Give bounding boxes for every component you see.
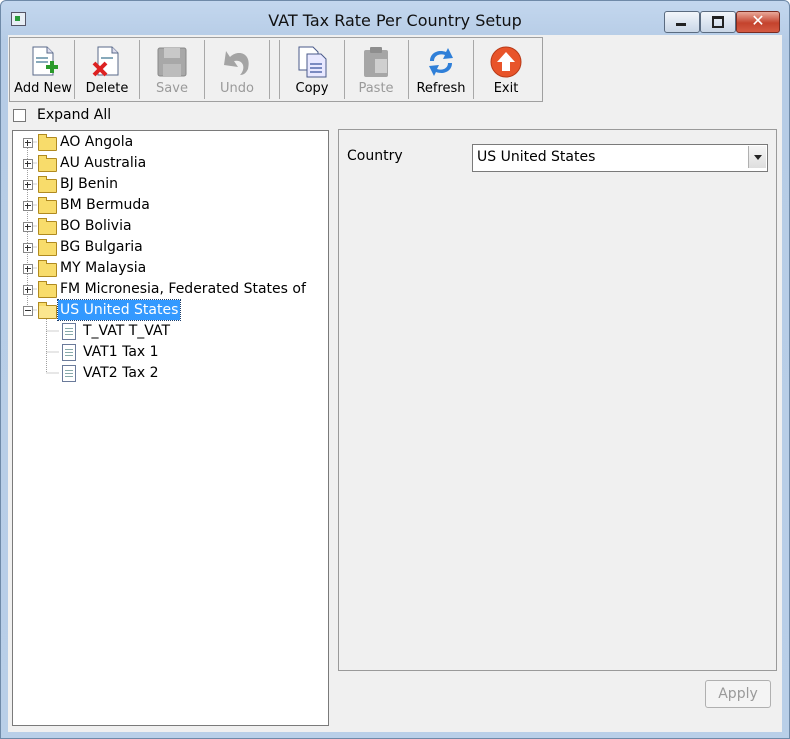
save-button[interactable]: Save <box>140 40 205 99</box>
tree-node-bulgaria[interactable]: BG Bulgaria <box>13 237 323 257</box>
paste-icon <box>364 47 388 77</box>
expand-all-label: Expand All <box>37 107 112 123</box>
refresh-label: Refresh <box>416 81 466 96</box>
folder-icon <box>38 239 57 256</box>
tree-node-label: BM Bermuda <box>60 197 150 213</box>
tree-node-angola[interactable]: AO Angola <box>13 132 323 152</box>
document-icon <box>62 344 76 361</box>
expand-plus-icon[interactable] <box>23 243 33 253</box>
folder-icon <box>38 197 57 214</box>
copy-icon <box>298 46 327 78</box>
folder-icon <box>38 281 57 298</box>
tree-node-tax-vat2[interactable]: VAT2 Tax 2 <box>13 363 323 383</box>
expand-plus-icon[interactable] <box>23 159 33 169</box>
tree-node-malaysia[interactable]: MY Malaysia <box>13 258 323 278</box>
folder-icon <box>38 260 57 277</box>
paste-label: Paste <box>358 81 394 96</box>
chevron-down-icon[interactable] <box>748 146 766 168</box>
copy-label: Copy <box>295 81 329 96</box>
delete-icon <box>92 46 119 77</box>
expand-plus-icon[interactable] <box>23 180 33 190</box>
add-new-icon <box>32 46 58 76</box>
tree-node-micronesia[interactable]: FM Micronesia, Federated States of <box>13 279 323 299</box>
country-label: Country <box>347 148 403 164</box>
tree-node-tax-t-vat[interactable]: T_VAT T_VAT <box>13 321 323 341</box>
expand-plus-icon[interactable] <box>23 285 33 295</box>
open-folder-icon <box>38 302 57 319</box>
exit-button[interactable]: Exit <box>474 40 538 99</box>
refresh-button[interactable]: Refresh <box>409 40 474 99</box>
tree-node-label: BG Bulgaria <box>60 239 143 255</box>
exit-label: Exit <box>493 81 519 96</box>
close-icon: ✕ <box>751 11 765 30</box>
country-select[interactable]: US United States <box>472 144 768 172</box>
expand-plus-icon[interactable] <box>23 138 33 148</box>
expand-plus-icon[interactable] <box>23 264 33 274</box>
refresh-icon <box>429 48 453 76</box>
undo-button[interactable]: Undo <box>205 40 270 99</box>
tree-node-label: VAT2 Tax 2 <box>83 365 159 381</box>
tree-node-label: BJ Benin <box>60 176 119 192</box>
document-icon <box>62 365 76 382</box>
document-icon <box>62 323 76 340</box>
copy-button[interactable]: Copy <box>279 40 345 99</box>
collapse-minus-icon[interactable] <box>23 306 33 316</box>
expand-plus-icon[interactable] <box>23 201 33 211</box>
tree-node-bermuda[interactable]: BM Bermuda <box>13 195 323 215</box>
undo-icon <box>224 51 249 75</box>
delete-label: Delete <box>85 81 129 96</box>
toolbar: Add New Delete Save Undo Copy Paste Refr… <box>9 37 543 102</box>
undo-label: Undo <box>220 81 254 96</box>
maximize-icon <box>712 16 724 28</box>
delete-button[interactable]: Delete <box>75 40 140 99</box>
apply-button[interactable]: Apply <box>705 680 771 708</box>
expand-plus-icon[interactable] <box>23 222 33 232</box>
tree-node-label: BO Bolivia <box>60 218 132 234</box>
tree-node-label: VAT1 Tax 1 <box>83 344 159 360</box>
tree-node-benin[interactable]: BJ Benin <box>13 174 323 194</box>
client-area: Add New Delete Save Undo Copy Paste Refr… <box>8 35 782 732</box>
folder-icon <box>38 176 57 193</box>
minimize-button[interactable] <box>664 11 700 33</box>
maximize-button[interactable] <box>700 11 736 33</box>
tree-node-australia[interactable]: AU Australia <box>13 153 323 173</box>
tree-node-label: FM Micronesia, Federated States of <box>60 281 306 297</box>
tree-node-label: T_VAT T_VAT <box>83 323 171 339</box>
folder-icon <box>38 155 57 172</box>
tree-node-united-states[interactable]: US United States <box>13 299 323 321</box>
exit-icon <box>490 46 522 78</box>
expand-all-checkbox[interactable] <box>13 109 26 122</box>
country-select-value: US United States <box>477 149 596 165</box>
tree-node-label-selected: US United States <box>56 299 182 321</box>
add-new-button[interactable]: Add New <box>12 40 75 99</box>
close-button[interactable]: ✕ <box>736 11 780 33</box>
add-new-label: Add New <box>14 81 72 96</box>
tree-node-bolivia[interactable]: BO Bolivia <box>13 216 323 236</box>
details-panel: Country US United States <box>338 129 777 671</box>
tree-node-tax-vat1[interactable]: VAT1 Tax 1 <box>13 342 323 362</box>
paste-button[interactable]: Paste <box>344 40 409 99</box>
country-tree[interactable]: AO Angola AU Australia BJ Benin BM Bermu… <box>12 130 329 726</box>
save-label: Save <box>156 81 188 96</box>
tree-node-label: AO Angola <box>60 134 134 150</box>
folder-icon <box>38 134 57 151</box>
application-window: VAT Tax Rate Per Country Setup ✕ Add New <box>0 0 790 739</box>
tree-node-label: MY Malaysia <box>60 260 147 276</box>
folder-icon <box>38 218 57 235</box>
save-icon <box>157 47 187 77</box>
tree-node-label: AU Australia <box>60 155 147 171</box>
minimize-icon <box>676 23 686 26</box>
title-bar[interactable]: VAT Tax Rate Per Country Setup ✕ <box>1 1 789 35</box>
